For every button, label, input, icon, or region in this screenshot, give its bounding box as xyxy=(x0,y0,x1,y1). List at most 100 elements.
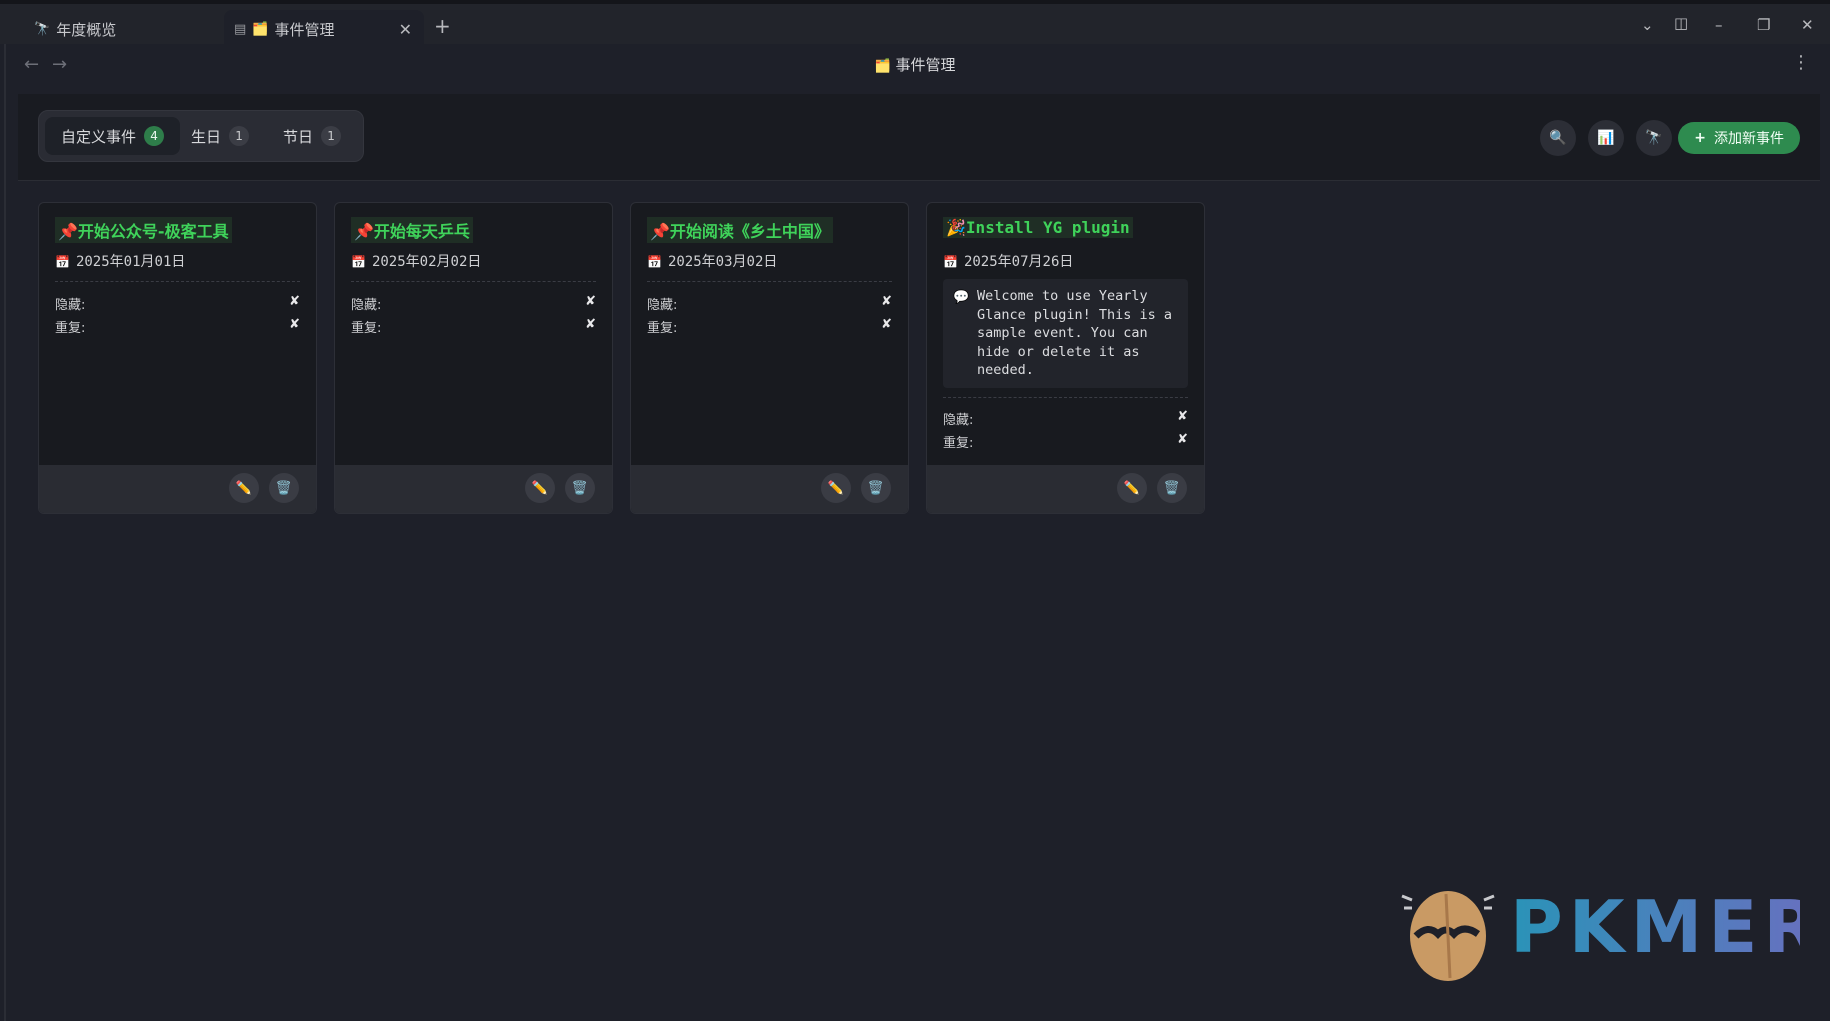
telescope-icon: 🔭 xyxy=(1645,130,1663,146)
event-date: 📅 2025年02月02日 xyxy=(351,254,482,270)
folder-icon: 🗂️ xyxy=(252,21,269,37)
card-footer: ✏️ 🗑️ xyxy=(39,465,316,513)
left-edge xyxy=(4,44,6,1021)
repeat-row: 重复: ✘ xyxy=(647,317,892,336)
cross-icon: ✘ xyxy=(585,294,596,309)
delete-button[interactable]: 🗑️ xyxy=(1157,473,1187,503)
card-footer: ✏️ 🗑️ xyxy=(927,465,1204,513)
edit-button[interactable]: ✏️ xyxy=(821,473,851,503)
event-card: 🎉Install YG plugin 📅 2025年07月26日 💬 Welcom… xyxy=(926,202,1205,514)
restore-icon[interactable]: ❐ xyxy=(1757,16,1770,34)
category-custom-events[interactable]: 自定义事件 4 xyxy=(45,117,181,155)
event-toolbar: 自定义事件 4 生日 1 节日 1 🔍 📊 🔭 + 添加新事件 xyxy=(18,94,1820,181)
count-badge: 1 xyxy=(321,126,342,146)
cross-icon: ✘ xyxy=(289,317,300,332)
calendar-icon: 📅 xyxy=(351,255,366,269)
cross-icon: ✘ xyxy=(881,317,892,332)
event-title[interactable]: 🎉Install YG plugin xyxy=(943,217,1133,238)
pkmer-watermark: PKMER xyxy=(1396,880,1806,990)
speech-bubble-icon: 💬 xyxy=(953,290,970,305)
cross-icon: ✘ xyxy=(1177,409,1188,424)
trash-icon: 🗑️ xyxy=(275,480,293,496)
category-holiday[interactable]: 节日 1 xyxy=(267,117,357,155)
file-icon: ▤ xyxy=(234,21,247,37)
cross-icon: ✘ xyxy=(289,294,300,309)
more-options-icon[interactable]: ⋮ xyxy=(1792,52,1810,73)
pencil-icon: ✏️ xyxy=(531,480,549,496)
cross-icon: ✘ xyxy=(881,294,892,309)
event-date: 📅 2025年03月02日 xyxy=(647,254,778,270)
edit-button[interactable]: ✏️ xyxy=(229,473,259,503)
watermark-text: PKMER xyxy=(1510,886,1800,966)
delete-button[interactable]: 🗑️ xyxy=(861,473,891,503)
tab-yearly-overview[interactable]: 🔭 年度概览 xyxy=(28,10,218,48)
tab-label: 年度概览 xyxy=(56,20,117,39)
event-card: 📌开始阅读《乡土中国》 📅 2025年03月02日 隐藏: ✘ 重复: ✘ ✏️ 🗑️ xyxy=(630,202,909,514)
card-footer: ✏️ 🗑️ xyxy=(631,465,908,513)
minimize-icon[interactable]: – xyxy=(1715,16,1723,34)
hidden-row: 隐藏: ✘ xyxy=(647,294,892,313)
hidden-row: 隐藏: ✘ xyxy=(55,294,300,313)
calendar-icon: 📅 xyxy=(55,255,70,269)
event-card: 📌开始每天乒乓 📅 2025年02月02日 隐藏: ✘ 重复: ✘ ✏️ 🗑️ xyxy=(334,202,613,514)
page-title: 🗂️ 事件管理 xyxy=(874,56,956,74)
new-tab-button[interactable]: + xyxy=(434,16,451,36)
nav-bar: ← → 🗂️ 事件管理 ⋮ xyxy=(0,44,1830,92)
pkmer-logo xyxy=(1401,891,1495,981)
sidebar-toggle-icon[interactable]: ◫ xyxy=(1674,14,1688,32)
pencil-icon: ✏️ xyxy=(235,480,253,496)
chevron-down-icon[interactable]: ⌄ xyxy=(1641,16,1654,34)
search-button[interactable]: 🔍 xyxy=(1540,120,1576,156)
card-footer: ✏️ 🗑️ xyxy=(335,465,612,513)
folder-icon: 🗂️ xyxy=(874,59,891,74)
category-label: 生日 xyxy=(191,127,222,146)
add-event-label: 添加新事件 xyxy=(1714,131,1784,147)
edit-button[interactable]: ✏️ xyxy=(1117,473,1147,503)
category-birthday[interactable]: 生日 1 xyxy=(175,117,265,155)
trash-icon: 🗑️ xyxy=(1163,480,1181,496)
count-badge: 4 xyxy=(144,126,165,146)
trash-icon: 🗑️ xyxy=(867,480,885,496)
divider xyxy=(351,281,596,282)
title-bar: 🔭 年度概览 ▤ 🗂️ 事件管理 ✕ + ⌄ ◫ – ❐ ✕ xyxy=(0,0,1830,48)
hidden-row: 隐藏: ✘ xyxy=(351,294,596,313)
trash-icon: 🗑️ xyxy=(571,480,589,496)
category-label: 自定义事件 xyxy=(61,127,137,146)
event-date: 📅 2025年07月26日 xyxy=(943,254,1074,270)
delete-button[interactable]: 🗑️ xyxy=(269,473,299,503)
close-window-icon[interactable]: ✕ xyxy=(1801,16,1814,34)
cross-icon: ✘ xyxy=(1177,432,1188,447)
repeat-row: 重复: ✘ xyxy=(943,432,1188,451)
divider xyxy=(55,281,300,282)
plus-icon: + xyxy=(1694,130,1706,146)
pencil-icon: ✏️ xyxy=(1123,480,1141,496)
category-label: 节日 xyxy=(283,127,314,146)
event-title[interactable]: 📌开始每天乒乓 xyxy=(351,217,473,243)
event-title[interactable]: 📌开始公众号-极客工具 xyxy=(55,217,232,243)
event-card: 📌开始公众号-极客工具 📅 2025年01月01日 隐藏: ✘ 重复: ✘ ✏️ 🗑️ xyxy=(38,202,317,514)
add-event-button[interactable]: + 添加新事件 xyxy=(1678,122,1800,154)
close-icon[interactable]: ✕ xyxy=(399,20,412,39)
category-switcher: 自定义事件 4 生日 1 节日 1 xyxy=(38,110,364,162)
watermark-wordmark: PKMER xyxy=(1510,886,1800,966)
edit-button[interactable]: ✏️ xyxy=(525,473,555,503)
event-title[interactable]: 📌开始阅读《乡土中国》 xyxy=(647,217,833,243)
overview-button[interactable]: 🔭 xyxy=(1636,120,1672,156)
calendar-icon: 📅 xyxy=(943,255,958,269)
divider xyxy=(647,281,892,282)
repeat-row: 重复: ✘ xyxy=(351,317,596,336)
tab-event-management[interactable]: ▤ 🗂️ 事件管理 ✕ xyxy=(224,10,424,48)
tab-label: 事件管理 xyxy=(274,20,335,39)
count-badge: 1 xyxy=(229,126,250,146)
watermark-label: PKMER xyxy=(1510,886,1800,966)
event-date: 📅 2025年01月01日 xyxy=(55,254,186,270)
bar-chart-icon: 📊 xyxy=(1597,130,1615,146)
pencil-icon: ✏️ xyxy=(827,480,845,496)
repeat-row: 重复: ✘ xyxy=(55,317,300,336)
delete-button[interactable]: 🗑️ xyxy=(565,473,595,503)
telescope-icon: 🔭 xyxy=(34,21,51,37)
chart-button[interactable]: 📊 xyxy=(1588,120,1624,156)
event-description: 💬 Welcome to use Yearly Glance plugin! T… xyxy=(943,279,1188,388)
calendar-icon: 📅 xyxy=(647,255,662,269)
hidden-row: 隐藏: ✘ xyxy=(943,409,1188,428)
